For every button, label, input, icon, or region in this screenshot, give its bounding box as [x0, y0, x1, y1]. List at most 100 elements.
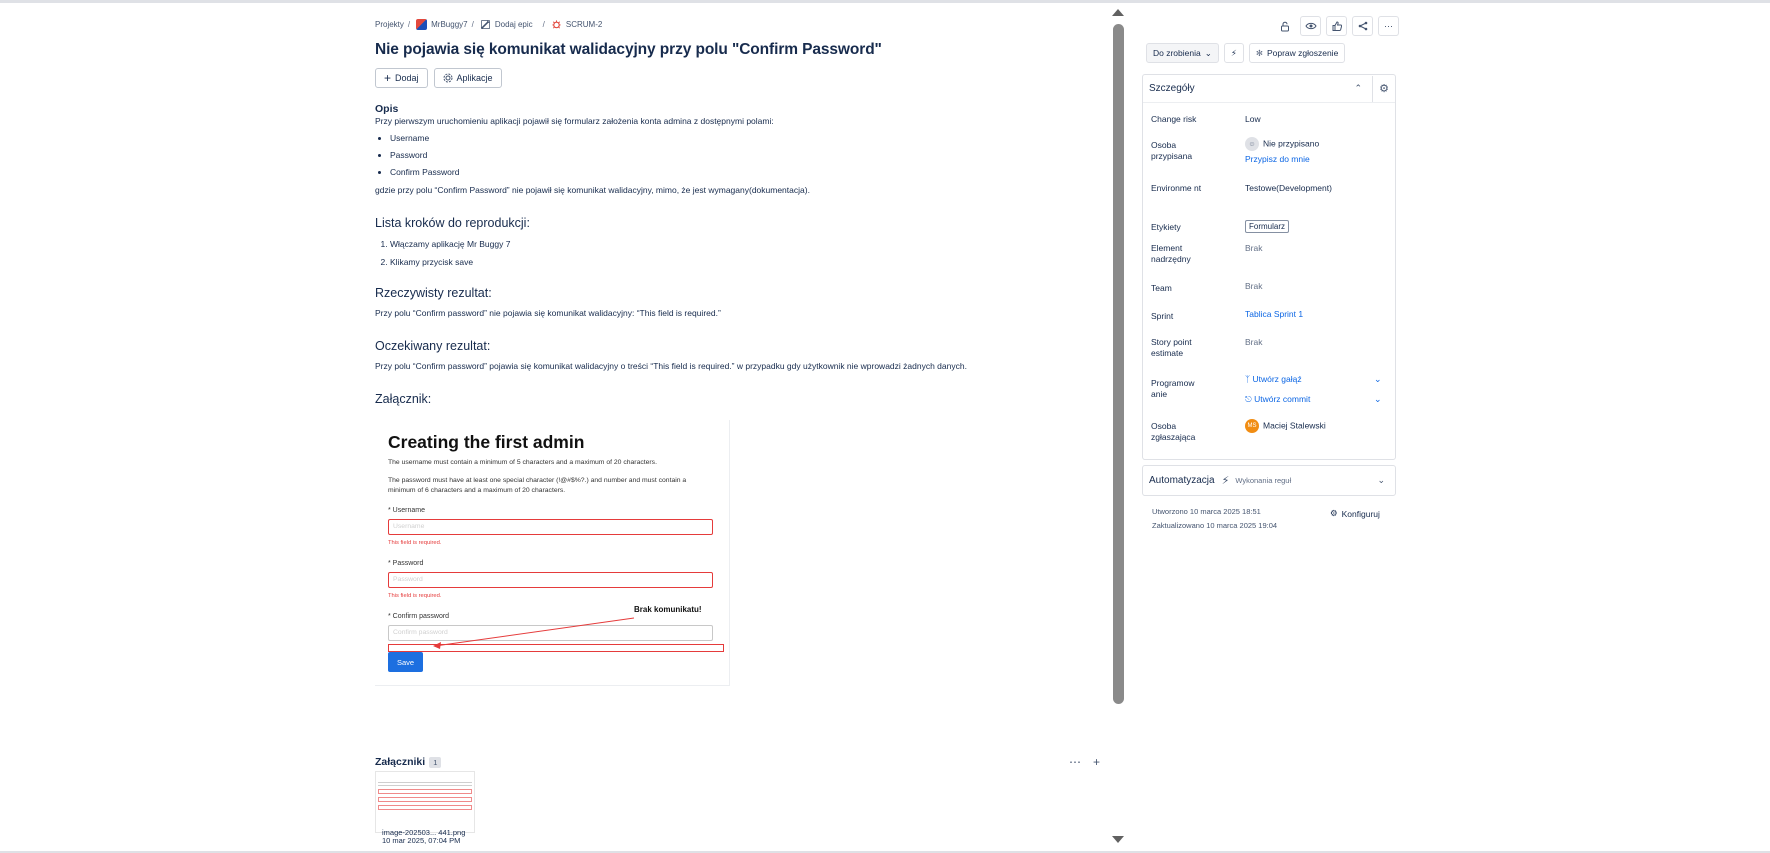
attachments-count: 1 — [429, 756, 442, 768]
field-value: Brak — [1245, 281, 1263, 291]
field-label: Team — [1151, 283, 1172, 293]
thumbnail-preview-icon — [378, 774, 474, 780]
field-label: Programow anie — [1151, 378, 1195, 399]
attached-screenshot[interactable]: Creating the first admin The username mu… — [375, 420, 730, 686]
expected-text: Przy polu “Confirm password” pojawia się… — [375, 361, 967, 371]
create-branch-link[interactable]: ᛉ Utwórz gałąź — [1245, 374, 1302, 385]
improve-issue-button[interactable]: ✻ Popraw zgłoszenie — [1248, 43, 1346, 63]
thumbnail-line — [378, 785, 472, 786]
list-item: Username — [390, 133, 1100, 144]
annotation-arrow-icon — [433, 617, 635, 649]
avatar: MS — [1245, 419, 1259, 433]
gear-icon: ⚙︎ — [1330, 508, 1338, 518]
description-heading: Opis — [375, 103, 399, 115]
commit-icon: ⎋ — [1245, 394, 1252, 404]
reporter-name: Maciej Stalewski — [1263, 420, 1326, 431]
field-value: Brak — [1245, 243, 1263, 253]
lightning-icon: ⚡︎ — [1221, 475, 1230, 487]
issue-main: Projekty / MrBuggy7 / Dodaj epic / SCRUM… — [375, 12, 1100, 852]
improve-issue-label: Popraw zgłoszenie — [1266, 48, 1339, 58]
more-actions-icon[interactable]: ⋯ — [1378, 16, 1399, 36]
user-avatar-icon: ☺ — [1245, 137, 1259, 151]
plus-icon[interactable]: + — [1093, 755, 1100, 769]
gear-icon[interactable]: ⚙︎ — [1372, 75, 1395, 102]
details-panel: Szczegóły ⌃ ⚙︎ Change risk Low Osoba prz… — [1142, 74, 1396, 460]
breadcrumb-separator: / — [407, 19, 411, 29]
updated-date: Zaktualizowano 10 marca 2025 19:04 — [1152, 521, 1278, 530]
more-icon[interactable]: ⋯ — [1069, 755, 1081, 769]
breadcrumb-issue[interactable]: SCRUM-2 — [551, 19, 602, 30]
scroll-up-arrow-icon[interactable] — [1112, 9, 1124, 16]
status-label: Do zrobienia — [1153, 48, 1201, 58]
label-tag[interactable]: Formularz — [1245, 220, 1290, 233]
attachment-date: 10 mar 2025, 07:04 PM — [382, 836, 461, 845]
thumbnail-line — [378, 782, 472, 783]
list-item: Password — [390, 150, 1100, 161]
status-dropdown[interactable]: Do zrobienia ⌄ — [1146, 43, 1219, 63]
field-label: Story point estimate — [1151, 337, 1192, 358]
issue-actions: + Dodaj Aplikacje — [375, 68, 1100, 88]
sprint-link[interactable]: Tablica Sprint 1 — [1245, 309, 1303, 320]
automation-bolt-button[interactable]: ⚡︎ — [1223, 43, 1244, 63]
reporter-value: MS Maciej Stalewski — [1245, 419, 1326, 433]
scroll-down-arrow-icon[interactable] — [1112, 836, 1124, 843]
field-label: Etykiety — [1151, 222, 1181, 232]
chevron-down-icon[interactable]: ⌄ — [1374, 394, 1382, 405]
apps-gear-icon — [443, 73, 453, 83]
field-label: Element nadrzędny — [1151, 243, 1191, 264]
breadcrumb-projects[interactable]: Projekty — [375, 20, 404, 29]
field-label: Environme nt — [1151, 183, 1202, 193]
lock-icon[interactable] — [1274, 16, 1295, 36]
issue-toolbar: ⋯ — [1274, 16, 1399, 36]
branch-icon: ᛉ — [1245, 374, 1251, 384]
breadcrumb-epic-label: Dodaj epic — [494, 19, 533, 29]
breadcrumb: Projekty / MrBuggy7 / Dodaj epic / SCRUM… — [375, 12, 1100, 36]
field-label: Sprint — [1151, 311, 1174, 321]
sparkle-icon: ✻ — [1255, 47, 1263, 58]
description-body[interactable]: Przy pierwszym uruchomieniu aplikacji po… — [375, 115, 1100, 686]
field-value: Brak — [1245, 337, 1263, 347]
chevron-down-icon[interactable]: ⌄ — [1377, 475, 1385, 486]
configure-button[interactable]: ⚙︎ Konfiguruj — [1330, 508, 1380, 519]
create-branch-label: Utwórz gałąź — [1252, 374, 1302, 384]
add-button[interactable]: + Dodaj — [375, 68, 428, 88]
automation-rules: Wykonania reguł — [1235, 476, 1292, 485]
watch-eye-icon[interactable] — [1300, 16, 1321, 36]
field-value: Low — [1245, 114, 1261, 124]
chevron-up-icon[interactable]: ⌃ — [1354, 83, 1362, 94]
assign-to-me-link[interactable]: Przypisz do mnie — [1245, 154, 1310, 165]
issue-title[interactable]: Nie pojawia się komunikat walidacyjny pr… — [375, 41, 1100, 63]
details-header[interactable]: Szczegóły ⌃ ⚙︎ — [1143, 75, 1395, 103]
share-icon[interactable] — [1352, 16, 1373, 36]
chevron-down-icon[interactable]: ⌄ — [1374, 374, 1382, 385]
breadcrumb-project[interactable]: MrBuggy7 — [416, 18, 468, 30]
attachment-thumbnail[interactable] — [375, 771, 475, 833]
steps-list: Włączamy aplikację Mr Buggy 7 Klikamy pr… — [390, 239, 1100, 268]
attachments-actions: ⋯ + — [1069, 755, 1100, 769]
thumbnail-field — [378, 805, 472, 810]
breadcrumb-issue-label: SCRUM-2 — [565, 19, 603, 29]
field-label: Osoba zgłaszająca — [1151, 421, 1196, 442]
automation-panel[interactable]: Automatyzacja ⚡︎ Wykonania reguł ⌄ — [1142, 465, 1396, 496]
assignee-name: Nie przypisano — [1263, 138, 1320, 149]
apps-button-label: Aplikacje — [456, 73, 493, 83]
apps-button[interactable]: Aplikacje — [433, 68, 502, 88]
thumbs-up-icon[interactable] — [1326, 16, 1347, 36]
expected-heading: Oczekiwany rezultat: — [375, 339, 491, 353]
breadcrumb-separator: / — [471, 19, 474, 29]
attachments-header: Załączniki 1 ⋯ + — [375, 752, 1100, 772]
fields-list: Username Password Confirm Password — [390, 133, 1100, 178]
assignee-value: ☺ Nie przypisano — [1245, 137, 1319, 151]
breadcrumb-add-epic[interactable]: Dodaj epic — [480, 19, 533, 30]
scrollbar-thumb[interactable] — [1113, 24, 1124, 704]
automation-title: Automatyzacja — [1149, 475, 1215, 486]
list-item: Klikamy przycisk save — [390, 257, 1100, 268]
list-item: Włączamy aplikację Mr Buggy 7 — [390, 239, 1100, 250]
breadcrumb-project-label: MrBuggy7 — [431, 19, 468, 29]
top-border — [0, 0, 1770, 3]
list-item: Confirm Password — [390, 167, 1100, 178]
field-label: Change risk — [1151, 114, 1197, 124]
create-commit-link[interactable]: ⎋ Utwórz commit — [1245, 394, 1310, 405]
field-value: Testowe(Development) — [1245, 183, 1332, 193]
add-button-label: Dodaj — [395, 73, 419, 83]
